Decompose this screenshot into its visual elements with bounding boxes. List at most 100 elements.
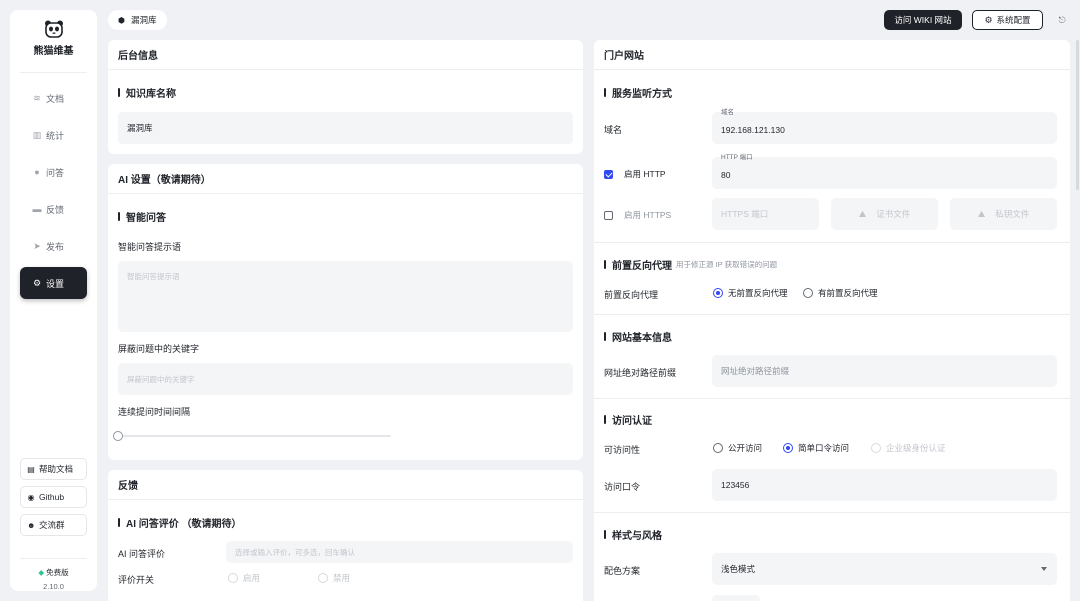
radio-label: 禁用 bbox=[333, 573, 351, 583]
kb-name-input[interactable]: 漏洞库 bbox=[118, 112, 573, 144]
prefix-label: 网址绝对路径前缀 bbox=[604, 368, 677, 378]
radio-label: 企业级身份认证 bbox=[886, 443, 946, 453]
help-docs-button[interactable]: ▤ 帮助文档 bbox=[20, 458, 87, 480]
section-heading-listen: 服务监听方式 bbox=[604, 85, 672, 100]
checkbox-label: 启用 HTTPS bbox=[624, 210, 672, 220]
http-port-input[interactable]: HTTP 端口 80 bbox=[712, 154, 1057, 189]
github-button[interactable]: ◉ Github bbox=[20, 486, 87, 508]
section-heading-ai-eval: AI 问答评价 （敬请期待） bbox=[118, 515, 242, 530]
section-heading-basic-info: 网站基本信息 bbox=[604, 329, 672, 344]
sidebar-nav: ≋ 文档 ▥ 统计 ● 问答 ▬ 反馈 ➤ 发布 ⚙ 设置 bbox=[20, 82, 87, 304]
community-group-label: 交流群 bbox=[39, 520, 65, 530]
sidebar-item-label: 统计 bbox=[46, 130, 65, 141]
section-heading-proxy: 前置反向代理 用于修正源 IP 获取错误的问题 bbox=[604, 257, 777, 272]
checkbox-box bbox=[604, 169, 613, 179]
radio-dot bbox=[228, 573, 238, 583]
prompt-textarea[interactable]: 智能问答提示语 bbox=[118, 261, 573, 332]
sidebar-item-feedback[interactable]: ▬ 反馈 bbox=[20, 193, 87, 225]
system-config-button[interactable]: ⚙ 系统配置 bbox=[972, 10, 1043, 30]
logo: 熊猫维基 bbox=[10, 20, 97, 57]
sidebar-item-docs[interactable]: ≋ 文档 bbox=[20, 82, 87, 114]
bar-chart-icon: ▥ bbox=[32, 129, 42, 140]
card-title: 反馈 bbox=[108, 470, 583, 500]
prompt-label: 智能问答提示语 bbox=[118, 242, 182, 252]
enable-https-checkbox[interactable]: 启用 HTTPS bbox=[604, 209, 671, 221]
ai-settings-card: AI 设置（敬请期待） 智能问答 智能问答提示语 智能问答提示语 屏蔽问题中的关… bbox=[108, 164, 583, 460]
eval-enable-radio[interactable]: 启用 bbox=[228, 572, 260, 584]
domain-input[interactable]: 域名 192.168.121.130 bbox=[712, 109, 1057, 144]
prefix-input[interactable]: 网址绝对路径前缀 bbox=[712, 355, 1057, 387]
breadcrumb[interactable]: ⬢ 漏洞库 bbox=[108, 10, 167, 30]
card-title: 后台信息 bbox=[108, 40, 583, 70]
radio-label: 公开访问 bbox=[728, 443, 763, 453]
portal-card: 门户网站 服务监听方式 域名 域名 192.168.121.130 启用 HTT… bbox=[594, 40, 1070, 601]
divider bbox=[594, 512, 1070, 513]
card-title: AI 设置（敬请期待） bbox=[108, 164, 583, 194]
proxy-label: 前置反向代理 bbox=[604, 290, 659, 300]
layers-icon: ≋ bbox=[33, 92, 41, 103]
radio-label: 有前置反向代理 bbox=[818, 288, 878, 298]
eval-disable-radio[interactable]: 禁用 bbox=[318, 572, 350, 584]
color-scheme-select[interactable]: 浅色模式 bbox=[712, 553, 1057, 585]
password-label: 访问口令 bbox=[604, 482, 641, 492]
domain-mini-label: 域名 bbox=[721, 109, 734, 116]
divider bbox=[594, 314, 1070, 315]
sidebar-item-label: 设置 bbox=[46, 278, 65, 289]
community-group-button[interactable]: ☻ 交流群 bbox=[20, 514, 87, 536]
gear-icon: ⚙ bbox=[984, 14, 993, 25]
visit-wiki-button[interactable]: 访问 WIKI 网站 bbox=[884, 10, 962, 30]
sidebar-item-settings[interactable]: ⚙ 设置 bbox=[20, 267, 87, 299]
sidebar-item-stats[interactable]: ▥ 统计 bbox=[20, 119, 87, 151]
ai-eval-select[interactable]: 选择或输入评价，可多选，回车确认 bbox=[226, 541, 573, 563]
access-public-radio[interactable]: 公开访问 bbox=[713, 442, 762, 454]
password-input[interactable]: 123456 bbox=[712, 469, 1057, 501]
http-port-value: 80 bbox=[721, 170, 731, 180]
domain-label: 域名 bbox=[604, 125, 623, 135]
block-keywords-input[interactable]: 屏蔽问题中的关键字 bbox=[118, 363, 573, 395]
radio-dot bbox=[318, 573, 328, 583]
feedback-card: 反馈 AI 问答评价 （敬请期待） AI 问答评价 选择或输入评价，可多选，回车… bbox=[108, 470, 583, 601]
card-title: 门户网站 bbox=[594, 40, 1070, 70]
interval-slider-thumb[interactable] bbox=[113, 431, 123, 441]
logout-icon[interactable]: ⎋ bbox=[1054, 12, 1070, 28]
section-heading-smart-qa: 智能问答 bbox=[118, 209, 166, 224]
panda-logo-icon bbox=[44, 20, 63, 38]
block-keywords-label: 屏蔽问题中的关键字 bbox=[118, 344, 200, 354]
upload-label: 证书文件 bbox=[876, 209, 911, 219]
access-label: 可访问性 bbox=[604, 445, 641, 455]
checkbox-box bbox=[604, 210, 613, 220]
proxy-hint: 用于修正源 IP 获取错误的问题 bbox=[676, 260, 778, 269]
interval-slider-track[interactable] bbox=[120, 435, 391, 437]
radio-dot bbox=[871, 443, 881, 453]
access-password-radio[interactable]: 简单口令访问 bbox=[783, 442, 849, 454]
edition-label: 免费版 bbox=[46, 568, 69, 577]
divider bbox=[594, 398, 1070, 399]
brand-name: 熊猫维基 bbox=[33, 46, 74, 57]
domain-value: 192.168.121.130 bbox=[721, 125, 785, 135]
enable-http-checkbox[interactable]: 启用 HTTP bbox=[604, 168, 666, 180]
access-sso-radio[interactable]: 企业级身份认证 bbox=[871, 442, 946, 454]
breadcrumb-label: 漏洞库 bbox=[130, 15, 157, 25]
document-icon: ▤ bbox=[27, 464, 35, 474]
chevron-down-icon bbox=[1041, 567, 1047, 571]
https-port-input[interactable]: HTTPS 端口 bbox=[712, 198, 819, 230]
version-info: ◆ 免费版 2.10.0 bbox=[20, 558, 87, 591]
sidebar-item-label: 反馈 bbox=[46, 204, 65, 215]
page-scrollbar[interactable] bbox=[1076, 40, 1079, 190]
cert-file-upload[interactable]: ⛰ 证书文件 bbox=[831, 198, 938, 230]
radio-dot bbox=[783, 443, 793, 453]
gear-icon: ⚙ bbox=[32, 277, 42, 288]
key-file-upload[interactable]: ⛰ 私钥文件 bbox=[950, 198, 1057, 230]
proxy-has-radio[interactable]: 有前置反向代理 bbox=[803, 287, 878, 299]
proxy-none-radio[interactable]: 无前置反向代理 bbox=[713, 287, 788, 299]
backend-info-card: 后台信息 知识库名称 漏洞库 bbox=[108, 40, 583, 154]
sidebar-item-publish[interactable]: ➤ 发布 bbox=[20, 230, 87, 262]
heading-text: 前置反向代理 bbox=[612, 261, 672, 272]
sidebar: 熊猫维基 ≋ 文档 ▥ 统计 ● 问答 ▬ 反馈 ➤ 发布 ⚙ 设置 ▤ 帮助文… bbox=[10, 10, 97, 591]
edition-badge: ◆ 免费版 bbox=[20, 567, 87, 578]
system-config-label: 系统配置 bbox=[996, 15, 1031, 25]
sidebar-item-qa[interactable]: ● 问答 bbox=[20, 156, 87, 188]
next-field[interactable] bbox=[712, 595, 760, 601]
upload-icon: ⛰ bbox=[977, 208, 986, 219]
sidebar-item-label: 文档 bbox=[46, 93, 65, 104]
